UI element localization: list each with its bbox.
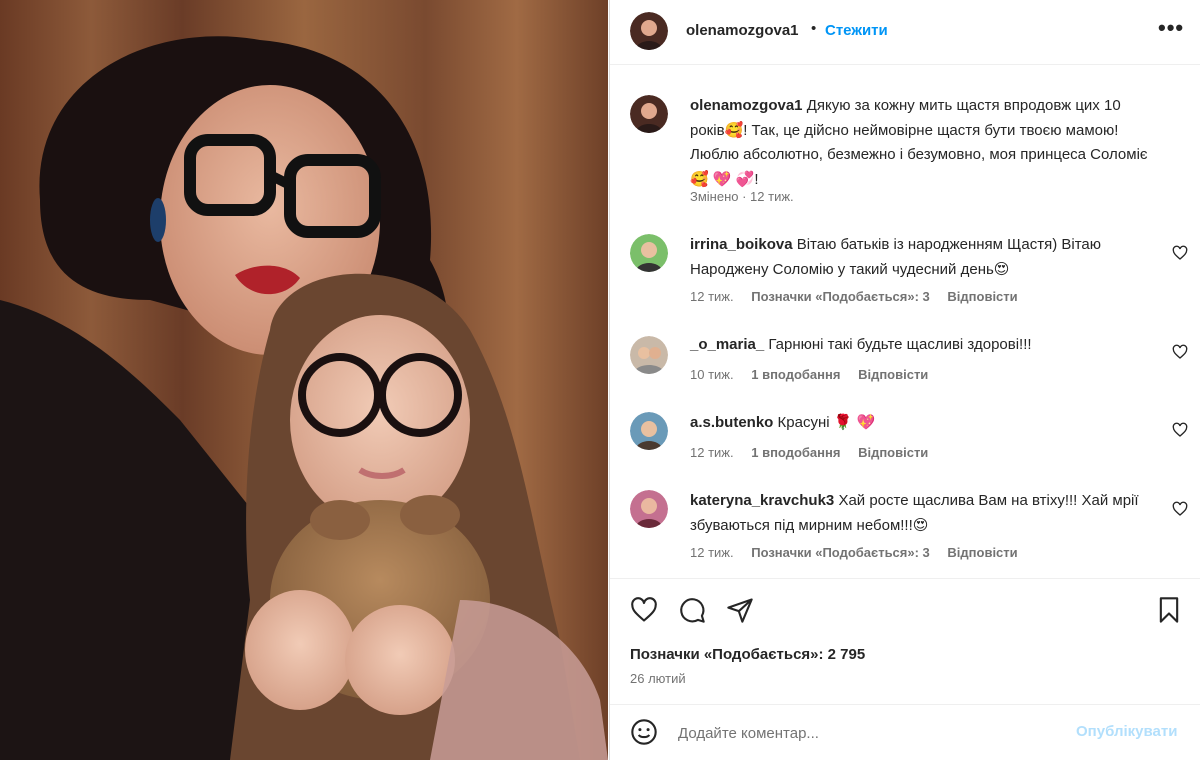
post-details-panel: olenamozgova1 • Стежити ••• olenamozgova… <box>609 0 1200 760</box>
author-avatar[interactable] <box>630 12 668 50</box>
caption-meta: Змінено · 12 тиж. <box>690 189 794 204</box>
heart-icon[interactable] <box>630 596 658 624</box>
send-icon[interactable] <box>726 596 754 624</box>
author-username[interactable]: olenamozgova1 <box>686 22 799 39</box>
comment: _o_maria_ Гарнюні такі будьте щасливі зд… <box>690 333 1150 358</box>
comment: a.s.butenko Красуні 🌹 💖 <box>690 411 1150 436</box>
comment-avatar[interactable] <box>630 412 668 450</box>
reply-button[interactable]: Відповісти <box>947 289 1017 304</box>
comment-username[interactable]: irrina_boikova <box>690 236 793 253</box>
comment-time[interactable]: 12 тиж. <box>690 289 734 304</box>
comment-username[interactable]: a.s.butenko <box>690 414 773 431</box>
comment-avatar[interactable] <box>630 234 668 272</box>
comment-like-heart-icon[interactable] <box>1172 344 1188 360</box>
emoji-icon[interactable] <box>630 718 658 746</box>
comment-like-heart-icon[interactable] <box>1172 422 1188 438</box>
separator-dot: • <box>811 20 817 37</box>
comment-like-heart-icon[interactable] <box>1172 245 1188 261</box>
comment-avatar[interactable] <box>630 336 668 374</box>
publish-button[interactable]: Опублікувати <box>1076 723 1177 740</box>
post-photo[interactable] <box>0 0 608 760</box>
caption: olenamozgova1 Дякую за кожну мить щастя … <box>690 94 1150 192</box>
comment-meta: 12 тиж. Позначки «Подобається»: 3 Відпов… <box>690 545 1032 560</box>
comment-time[interactable]: 12 тиж. <box>690 545 734 560</box>
more-options-icon[interactable]: ••• <box>1158 17 1184 39</box>
comment-meta: 12 тиж. Позначки «Подобається»: 3 Відпов… <box>690 289 1032 304</box>
comments-list[interactable]: olenamozgova1 Дякую за кожну мить щастя … <box>610 65 1200 577</box>
comment-time[interactable]: 12 тиж. <box>690 445 734 460</box>
mother-daughter-photo <box>0 0 608 760</box>
comment-meta: 10 тиж. 1 вподобання Відповісти <box>690 367 942 382</box>
reply-button[interactable]: Відповісти <box>858 445 928 460</box>
comment-likes[interactable]: 1 вподобання <box>751 445 840 460</box>
comment-username[interactable]: kateryna_kravchuk3 <box>690 492 834 509</box>
comment-time[interactable]: 10 тиж. <box>690 367 734 382</box>
comment-avatar[interactable] <box>630 490 668 528</box>
post-date[interactable]: 26 лютий <box>630 671 686 686</box>
comment-likes[interactable]: 1 вподобання <box>751 367 840 382</box>
comment-username[interactable]: _o_maria_ <box>690 336 764 353</box>
post-header: olenamozgova1 • Стежити ••• <box>610 0 1200 65</box>
comment-text: Красуні 🌹 💖 <box>777 414 876 431</box>
comment: irrina_boikova Вітаю батьків із народжен… <box>690 233 1150 282</box>
comment: kateryna_kravchuk3 Хай росте щаслива Вам… <box>690 489 1150 538</box>
comment-likes[interactable]: Позначки «Подобається»: 3 <box>751 289 930 304</box>
follow-button[interactable]: Стежити <box>825 22 888 39</box>
bookmark-icon[interactable] <box>1155 596 1183 624</box>
caption-avatar[interactable] <box>630 95 668 133</box>
comment-input[interactable] <box>676 719 1060 747</box>
post-actions: Позначки «Подобається»: 2 795 26 лютий <box>610 578 1200 705</box>
caption-username[interactable]: olenamozgova1 <box>690 97 803 114</box>
comment-composer: Опублікувати <box>610 704 1200 761</box>
likes-count[interactable]: Позначки «Подобається»: 2 795 <box>630 646 865 663</box>
comment-likes[interactable]: Позначки «Подобається»: 3 <box>751 545 930 560</box>
comment-meta: 12 тиж. 1 вподобання Відповісти <box>690 445 942 460</box>
comment-text: Гарнюні такі будьте щасливі здорові!!! <box>768 336 1032 353</box>
comment-like-heart-icon[interactable] <box>1172 501 1188 517</box>
reply-button[interactable]: Відповісти <box>947 545 1017 560</box>
reply-button[interactable]: Відповісти <box>858 367 928 382</box>
comment-bubble-icon[interactable] <box>678 596 706 624</box>
